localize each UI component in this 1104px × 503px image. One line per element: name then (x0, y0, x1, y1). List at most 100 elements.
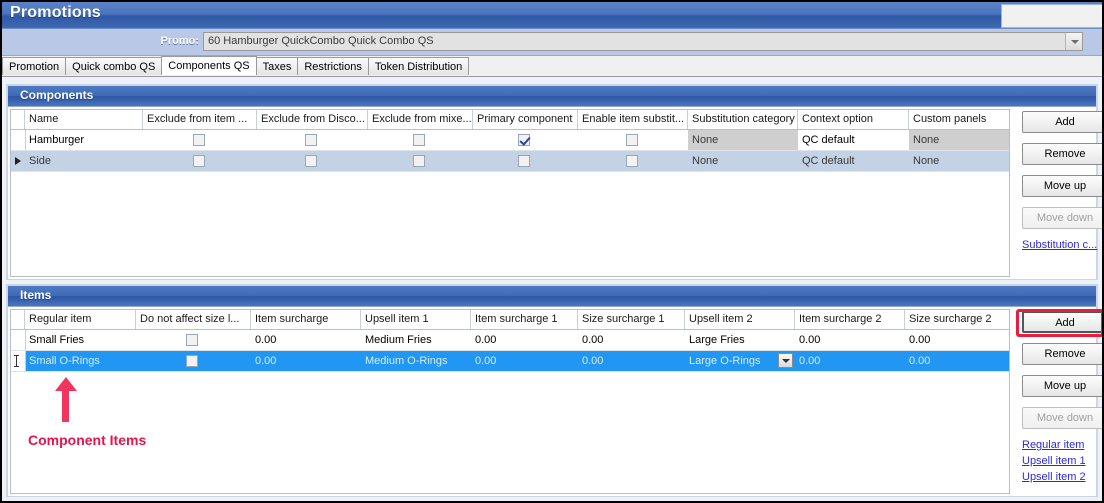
cell-size-surcharge-2[interactable]: 0.00 (905, 330, 1009, 350)
cell-context-option[interactable]: QC default (798, 130, 909, 150)
cell-primary-component[interactable] (473, 130, 578, 150)
tab-quick-combo-qs[interactable]: Quick combo QS (65, 57, 163, 75)
row-header[interactable] (11, 351, 26, 371)
cell-do-not-affect-size[interactable] (136, 330, 251, 350)
tab-taxes[interactable]: Taxes (255, 57, 299, 75)
cell-substitution-category[interactable]: None (688, 151, 798, 171)
items-col-regular-item[interactable]: Regular item (25, 310, 136, 329)
checkbox-unchecked-icon[interactable] (186, 355, 198, 367)
items-add-button[interactable]: Add (1022, 311, 1102, 333)
chevron-down-icon (782, 359, 790, 363)
components-col-exclude-from-item[interactable]: Exclude from item ... (143, 110, 257, 129)
cell-context-option[interactable]: QC default (798, 151, 909, 171)
components-col-name[interactable]: Name (25, 110, 143, 129)
text-cursor-icon (14, 355, 19, 367)
substitution-category-link[interactable]: Substitution c... (1022, 239, 1097, 251)
items-col-size-surcharge-1[interactable]: Size surcharge 1 (578, 310, 685, 329)
items-col-do-not-affect-size[interactable]: Do not affect size l... (136, 310, 251, 329)
cell-upsell-item-2-value: Large O-Rings (689, 355, 761, 367)
items-grid[interactable]: Regular item Do not affect size l... Ite… (10, 309, 1010, 494)
row-header[interactable] (11, 151, 26, 171)
items-col-item-surcharge[interactable]: Item surcharge (251, 310, 361, 329)
components-header-rowmarker (11, 110, 25, 129)
cell-item-surcharge-1[interactable]: 0.00 (471, 351, 578, 371)
cell-enable-item-subst[interactable] (578, 130, 688, 150)
items-col-size-surcharge-2[interactable]: Size surcharge 2 (905, 310, 1009, 329)
items-remove-button[interactable]: Remove (1022, 343, 1102, 365)
annotation-arrow-shaft (62, 390, 69, 422)
cell-dropdown-button[interactable] (778, 353, 793, 368)
cell-size-surcharge-2[interactable]: 0.00 (905, 351, 1009, 371)
items-move-down-button: Move down (1022, 407, 1102, 429)
cell-exclude-from-item[interactable] (143, 130, 257, 150)
tab-token-distribution[interactable]: Token Distribution (367, 57, 470, 75)
row-header[interactable] (11, 330, 26, 350)
items-col-item-surcharge-1[interactable]: Item surcharge 1 (471, 310, 578, 329)
components-col-context-option[interactable]: Context option (798, 110, 909, 129)
components-move-up-button[interactable]: Move up (1022, 175, 1102, 197)
checkbox-unchecked-icon[interactable] (305, 134, 317, 146)
cell-exclude-from-mixed[interactable] (368, 151, 473, 171)
components-col-exclude-from-discount[interactable]: Exclude from Disco... (257, 110, 368, 129)
checkbox-checked-icon[interactable] (518, 134, 530, 146)
items-panel-title: Items (20, 288, 52, 302)
components-add-button[interactable]: Add (1022, 111, 1102, 133)
components-col-substitution-category[interactable]: Substitution category (688, 110, 798, 129)
cell-size-surcharge-1[interactable]: 0.00 (578, 330, 685, 350)
cell-exclude-from-mixed[interactable] (368, 130, 473, 150)
checkbox-unchecked-icon[interactable] (413, 155, 425, 167)
cell-item-surcharge[interactable]: 0.00 (251, 330, 361, 350)
cell-substitution-category[interactable]: None (688, 130, 798, 150)
promo-combobox[interactable]: 60 Hamburger QuickCombo Quick Combo QS (203, 32, 1083, 51)
components-col-enable-item-subst[interactable]: Enable item substit... (578, 110, 688, 129)
cell-exclude-from-discount[interactable] (257, 151, 368, 171)
cell-exclude-from-item[interactable] (143, 151, 257, 171)
checkbox-unchecked-icon[interactable] (305, 155, 317, 167)
components-grid[interactable]: Name Exclude from item ... Exclude from … (10, 109, 1010, 277)
row-header[interactable] (11, 130, 26, 150)
list-item[interactable]: Small Fries 0.00 Medium Fries 0.00 0.00 … (11, 330, 1009, 351)
cell-item-surcharge-2[interactable]: 0.00 (795, 351, 905, 371)
checkbox-unchecked-icon[interactable] (626, 155, 638, 167)
checkbox-unchecked-icon[interactable] (518, 155, 530, 167)
components-col-exclude-from-mixed[interactable]: Exclude from mixe... (368, 110, 473, 129)
tab-components-qs[interactable]: Components QS (161, 56, 257, 75)
tab-restrictions[interactable]: Restrictions (297, 57, 369, 75)
upsell-item-1-link[interactable]: Upsell item 1 (1022, 455, 1086, 467)
list-item[interactable]: Small O-Rings 0.00 Medium O-Rings 0.00 0… (11, 351, 1009, 372)
cell-custom-panels[interactable]: None (909, 130, 1009, 150)
tab-promotion[interactable]: Promotion (2, 57, 67, 75)
cell-item-surcharge-2[interactable]: 0.00 (795, 330, 905, 350)
annotation-label: Component Items (28, 432, 147, 448)
components-col-custom-panels[interactable]: Custom panels (909, 110, 1009, 129)
components-remove-button[interactable]: Remove (1022, 143, 1102, 165)
items-col-upsell-item-1[interactable]: Upsell item 1 (361, 310, 471, 329)
items-col-item-surcharge-2[interactable]: Item surcharge 2 (795, 310, 905, 329)
upsell-item-2-link[interactable]: Upsell item 2 (1022, 471, 1086, 483)
cell-size-surcharge-1[interactable]: 0.00 (578, 351, 685, 371)
components-col-primary-component[interactable]: Primary component (473, 110, 578, 129)
checkbox-unchecked-icon[interactable] (186, 334, 198, 346)
table-row[interactable]: Hamburger None QC default None (11, 130, 1009, 151)
promo-combobox-value: 60 Hamburger QuickCombo Quick Combo QS (208, 35, 434, 47)
items-move-up-button[interactable]: Move up (1022, 375, 1102, 397)
checkbox-unchecked-icon[interactable] (626, 134, 638, 146)
table-row[interactable]: Side None QC default None (11, 151, 1009, 172)
cell-exclude-from-discount[interactable] (257, 130, 368, 150)
items-col-upsell-item-2[interactable]: Upsell item 2 (685, 310, 795, 329)
checkbox-unchecked-icon[interactable] (193, 155, 205, 167)
cell-upsell-item-1[interactable]: Medium Fries (361, 330, 471, 350)
cell-item-surcharge-1[interactable]: 0.00 (471, 330, 578, 350)
cell-upsell-item-1[interactable]: Medium O-Rings (361, 351, 471, 371)
cell-custom-panels[interactable]: None (909, 151, 1009, 171)
regular-item-link[interactable]: Regular item (1022, 439, 1084, 451)
cell-upsell-item-2[interactable]: Large O-Rings (685, 351, 795, 371)
promo-dropdown-button[interactable] (1065, 33, 1082, 50)
cell-enable-item-subst[interactable] (578, 151, 688, 171)
cell-do-not-affect-size[interactable] (136, 351, 251, 371)
cell-primary-component[interactable] (473, 151, 578, 171)
cell-item-surcharge[interactable]: 0.00 (251, 351, 361, 371)
checkbox-unchecked-icon[interactable] (193, 134, 205, 146)
cell-upsell-item-2[interactable]: Large Fries (685, 330, 795, 350)
checkbox-unchecked-icon[interactable] (413, 134, 425, 146)
